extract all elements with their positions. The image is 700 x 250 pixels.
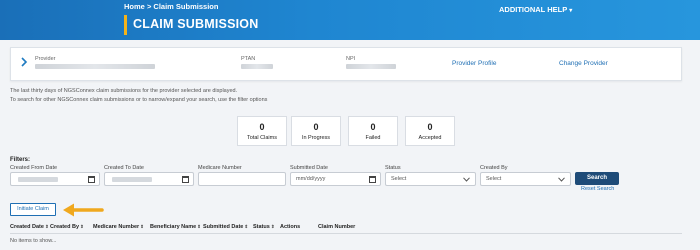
sort-icon[interactable]: ⇕ <box>80 224 84 229</box>
submitted-date-input[interactable]: mm/dd/yyyy <box>290 172 381 186</box>
sort-icon[interactable]: ⇕ <box>271 224 275 229</box>
col-status[interactable]: Status⇕ <box>253 224 275 230</box>
created-to-label: Created To Date <box>104 165 144 171</box>
breadcrumb-current: Claim Submission <box>153 2 219 11</box>
empty-table-message: No items to show... <box>10 238 57 244</box>
calendar-icon[interactable] <box>88 176 95 183</box>
counter-in-progress: 0 In Progress <box>291 116 341 146</box>
col-beneficiary-name[interactable]: Beneficiary Name⇕ <box>150 224 201 230</box>
counter-value: 0 <box>427 122 433 132</box>
counter-value: 0 <box>313 122 319 132</box>
npi-label: NPI <box>346 56 356 62</box>
submitted-date-placeholder: mm/dd/yyyy <box>296 176 326 182</box>
created-from-value-redacted <box>18 177 58 182</box>
counter-accepted: 0 Accepted <box>405 116 455 146</box>
created-by-select-value: Select <box>486 176 502 182</box>
counter-label: Failed <box>365 135 381 141</box>
ptan-value-redacted <box>241 64 273 69</box>
col-actions: Actions <box>280 224 300 230</box>
created-by-label: Created By <box>480 165 508 171</box>
counter-total-claims: 0 Total Claims <box>237 116 287 146</box>
submitted-date-label: Submitted Date <box>290 165 328 171</box>
counter-label: In Progress <box>301 135 331 141</box>
npi-value-redacted <box>346 64 396 69</box>
counter-label: Total Claims <box>247 135 277 141</box>
counter-value: 0 <box>259 122 265 132</box>
additional-help-label: ADDITIONAL HELP <box>499 5 568 14</box>
title-accent-bar <box>124 15 127 35</box>
created-to-value-redacted <box>112 177 152 182</box>
chevron-right-icon[interactable] <box>20 57 30 69</box>
column-label: Submitted Date <box>203 224 244 230</box>
column-label: Created Date <box>10 224 44 230</box>
table-divider <box>10 233 682 234</box>
additional-help-menu[interactable]: ADDITIONAL HELP ▾ <box>499 5 572 14</box>
created-by-select[interactable]: Select <box>480 172 571 186</box>
page-title: CLAIM SUBMISSION <box>133 17 259 31</box>
reset-search-link[interactable]: Reset Search <box>581 186 614 192</box>
counter-failed: 0 Failed <box>348 116 398 146</box>
breadcrumb-home[interactable]: Home <box>124 2 145 11</box>
chevron-down-icon <box>558 177 565 182</box>
status-select[interactable]: Select <box>385 172 476 186</box>
calendar-icon[interactable] <box>369 176 376 183</box>
header-bar: Home > Claim Submission CLAIM SUBMISSION… <box>0 0 700 40</box>
chevron-down-icon: ▾ <box>569 8 573 14</box>
chevron-down-icon <box>463 177 470 182</box>
provider-profile-link[interactable]: Provider Profile <box>452 60 496 67</box>
breadcrumb: Home > Claim Submission <box>124 2 218 11</box>
pointer-arrow-icon <box>63 203 104 217</box>
calendar-icon[interactable] <box>182 176 189 183</box>
sort-icon[interactable]: ⇕ <box>140 224 144 229</box>
medicare-number-label: Medicare Number <box>198 165 242 171</box>
column-label: Status <box>253 224 270 230</box>
ptan-label: PTAN <box>241 56 256 62</box>
col-submitted-date[interactable]: Submitted Date⇕ <box>203 224 248 230</box>
col-created-date[interactable]: Created Date⇕ <box>10 224 49 230</box>
column-label: Medicare Number <box>93 224 140 230</box>
breadcrumb-separator: > <box>146 2 152 11</box>
sort-icon[interactable]: ⇕ <box>244 224 248 229</box>
column-label: Created By <box>50 224 80 230</box>
filters-title: Filters: <box>10 157 31 163</box>
provider-label: Provider <box>35 56 56 62</box>
status-label: Status <box>385 165 401 171</box>
column-label: Claim Number <box>318 224 356 230</box>
col-created-by[interactable]: Created By⇕ <box>50 224 84 230</box>
provider-name-redacted <box>35 64 155 69</box>
info-text-line1: The last thirty days of NGSConnex claim … <box>10 88 238 94</box>
counter-value: 0 <box>370 122 376 132</box>
change-provider-link[interactable]: Change Provider <box>559 60 608 67</box>
counter-label: Accepted <box>418 135 442 141</box>
info-text-line2: To search for other NGSConnex claim subm… <box>10 97 268 103</box>
sort-icon[interactable]: ⇕ <box>197 224 201 229</box>
provider-card: Provider PTAN NPI Provider Profile Chang… <box>10 47 682 81</box>
medicare-number-input[interactable] <box>198 172 286 186</box>
column-label: Actions <box>280 224 301 230</box>
column-label: Beneficiary Name <box>150 224 197 230</box>
created-from-date-input[interactable] <box>10 172 100 186</box>
sort-icon[interactable]: ⇕ <box>45 224 49 229</box>
status-select-value: Select <box>391 176 407 182</box>
col-claim-number: Claim Number <box>318 224 355 230</box>
created-to-date-input[interactable] <box>104 172 194 186</box>
col-medicare-number[interactable]: Medicare Number⇕ <box>93 224 144 230</box>
created-from-label: Created From Date <box>10 165 58 171</box>
search-button[interactable]: Search <box>575 172 619 185</box>
initiate-claim-button[interactable]: Initiate Claim <box>10 203 56 216</box>
